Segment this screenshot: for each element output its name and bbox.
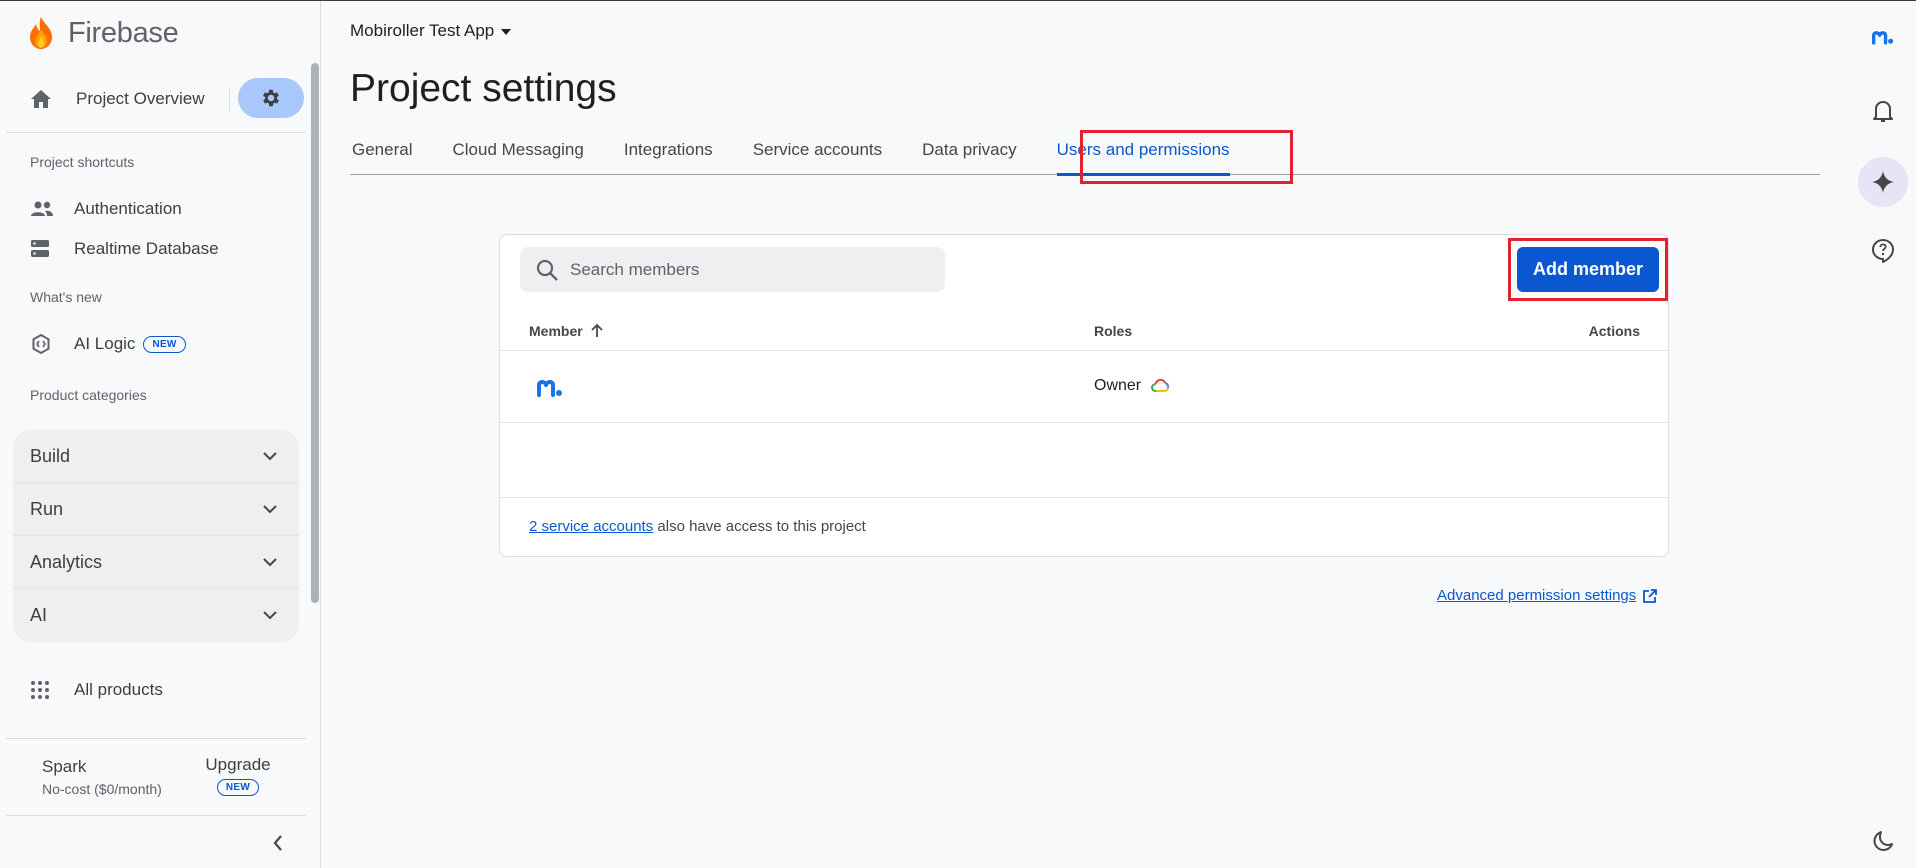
home-icon xyxy=(31,90,51,108)
column-roles: Roles xyxy=(1094,323,1133,339)
sidebar-item-all-products[interactable]: All products xyxy=(30,673,163,707)
service-accounts-note-text: also have access to this project xyxy=(653,518,866,535)
people-icon xyxy=(31,201,53,216)
overview-row: Project Overview xyxy=(0,78,306,120)
column-member[interactable]: Member xyxy=(529,311,605,351)
upgrade-label: Upgrade xyxy=(205,755,271,774)
sidebar-item-authentication[interactable]: Authentication xyxy=(30,192,182,226)
right-rail xyxy=(1849,1,1916,868)
members-table-header: Member Roles Actions xyxy=(500,311,1668,351)
plan-name: Spark xyxy=(42,757,87,776)
gear-icon xyxy=(263,89,279,107)
sidebar-item-realtime-database[interactable]: Realtime Database xyxy=(30,232,219,266)
firebase-flame-icon xyxy=(30,17,52,49)
billing-plan: Spark No-cost ($0/month) xyxy=(42,757,162,797)
arrow-up-icon xyxy=(591,323,603,337)
google-cloud-icon xyxy=(1151,378,1170,392)
divider xyxy=(500,497,1668,498)
product-categories: Build Run Analytics AI xyxy=(13,430,299,642)
tab-users-and-permissions[interactable]: Users and permissions xyxy=(1056,131,1230,176)
category-label: Run xyxy=(30,498,64,519)
upgrade-button[interactable]: Upgrade NEW xyxy=(202,755,274,796)
sidebar-scrollbar[interactable] xyxy=(311,63,319,603)
divider xyxy=(6,738,306,739)
new-badge: NEW xyxy=(143,335,186,353)
advanced-permission-settings-link[interactable]: Advanced permission settings xyxy=(1437,587,1658,604)
page-title: Project settings xyxy=(350,67,617,110)
divider xyxy=(6,815,306,816)
project-settings-button[interactable] xyxy=(238,78,304,118)
apps-grid-icon xyxy=(31,681,49,699)
category-build[interactable]: Build xyxy=(13,430,299,483)
brand-name: Firebase xyxy=(68,16,179,49)
table-row: Owner xyxy=(500,351,1668,423)
category-ai[interactable]: AI xyxy=(13,589,299,642)
column-label: Member xyxy=(529,323,583,339)
project-overview-label: Project Overview xyxy=(76,89,205,108)
column-actions: Actions xyxy=(1588,323,1640,339)
members-card: Add member Member Roles Actions Owner xyxy=(499,234,1669,557)
gemini-button[interactable] xyxy=(1858,157,1908,207)
member-role: Owner xyxy=(1094,351,1170,421)
tab-data-privacy[interactable]: Data privacy xyxy=(922,131,1016,175)
divider xyxy=(6,132,306,133)
sparkle-icon xyxy=(1872,171,1894,193)
search-members-input[interactable] xyxy=(570,259,930,280)
sidebar-item-label: All products xyxy=(74,680,163,699)
bell-icon xyxy=(1873,101,1893,122)
chevron-down-icon xyxy=(263,557,277,566)
open-in-new-icon xyxy=(1643,588,1658,603)
chevron-down-icon xyxy=(263,451,277,460)
category-analytics[interactable]: Analytics xyxy=(13,536,299,589)
new-badge: NEW xyxy=(216,779,260,796)
help-button[interactable] xyxy=(1861,229,1905,273)
product-categories-heading: Product categories xyxy=(30,387,147,403)
sidebar-item-ai-logic[interactable]: AI Logic NEW xyxy=(30,327,186,361)
main-content: Mobiroller Test App Project settings Gen… xyxy=(322,1,1849,868)
service-accounts-link[interactable]: 2 service accounts xyxy=(529,518,653,535)
role-label: Owner xyxy=(1094,377,1142,394)
add-member-button[interactable]: Add member xyxy=(1517,247,1659,292)
mobiroller-avatar-icon xyxy=(537,380,562,397)
project-selector[interactable]: Mobiroller Test App xyxy=(350,21,518,41)
dark-mode-button[interactable] xyxy=(1861,819,1905,863)
divider xyxy=(229,88,230,112)
tab-cloud-messaging[interactable]: Cloud Messaging xyxy=(452,131,583,175)
chevron-down-icon xyxy=(263,504,277,513)
caret-down-icon xyxy=(501,29,512,35)
chevron-left-icon xyxy=(273,835,282,851)
account-button[interactable] xyxy=(1861,15,1905,59)
collapse-sidebar-button[interactable] xyxy=(266,831,290,855)
mobiroller-account-icon xyxy=(1872,31,1894,45)
service-accounts-note: 2 service accounts also have access to t… xyxy=(529,518,866,535)
chevron-down-icon xyxy=(263,611,277,620)
firebase-logo[interactable]: Firebase xyxy=(28,13,179,53)
category-label: Build xyxy=(30,445,71,466)
project-name: Mobiroller Test App xyxy=(350,21,495,40)
search-icon xyxy=(536,259,558,281)
tab-integrations[interactable]: Integrations xyxy=(624,131,713,175)
plan-cost: No-cost ($0/month) xyxy=(42,781,162,797)
sidebar-item-label: Authentication xyxy=(74,199,182,218)
category-run[interactable]: Run xyxy=(13,483,299,536)
category-label: AI xyxy=(30,605,48,625)
ai-logic-icon xyxy=(32,333,50,355)
tab-general[interactable]: General xyxy=(352,131,412,175)
database-icon xyxy=(31,240,49,257)
project-overview-link[interactable]: Project Overview xyxy=(30,78,204,120)
project-shortcuts-heading: Project shortcuts xyxy=(30,154,135,170)
category-label: Analytics xyxy=(30,551,103,572)
notifications-button[interactable] xyxy=(1861,89,1905,133)
tab-service-accounts[interactable]: Service accounts xyxy=(753,131,882,175)
whats-new-heading: What's new xyxy=(30,289,102,305)
advanced-link-label: Advanced permission settings xyxy=(1437,587,1637,604)
sidebar: Firebase Project Overview Project shortc… xyxy=(0,1,321,868)
search-box xyxy=(520,247,945,292)
sidebar-item-label: AI Logic xyxy=(74,334,136,353)
help-icon xyxy=(1872,239,1894,263)
sidebar-item-label: Realtime Database xyxy=(74,239,219,258)
settings-tabs: General Cloud Messaging Integrations Ser… xyxy=(350,131,1820,176)
moon-icon xyxy=(1873,831,1893,851)
